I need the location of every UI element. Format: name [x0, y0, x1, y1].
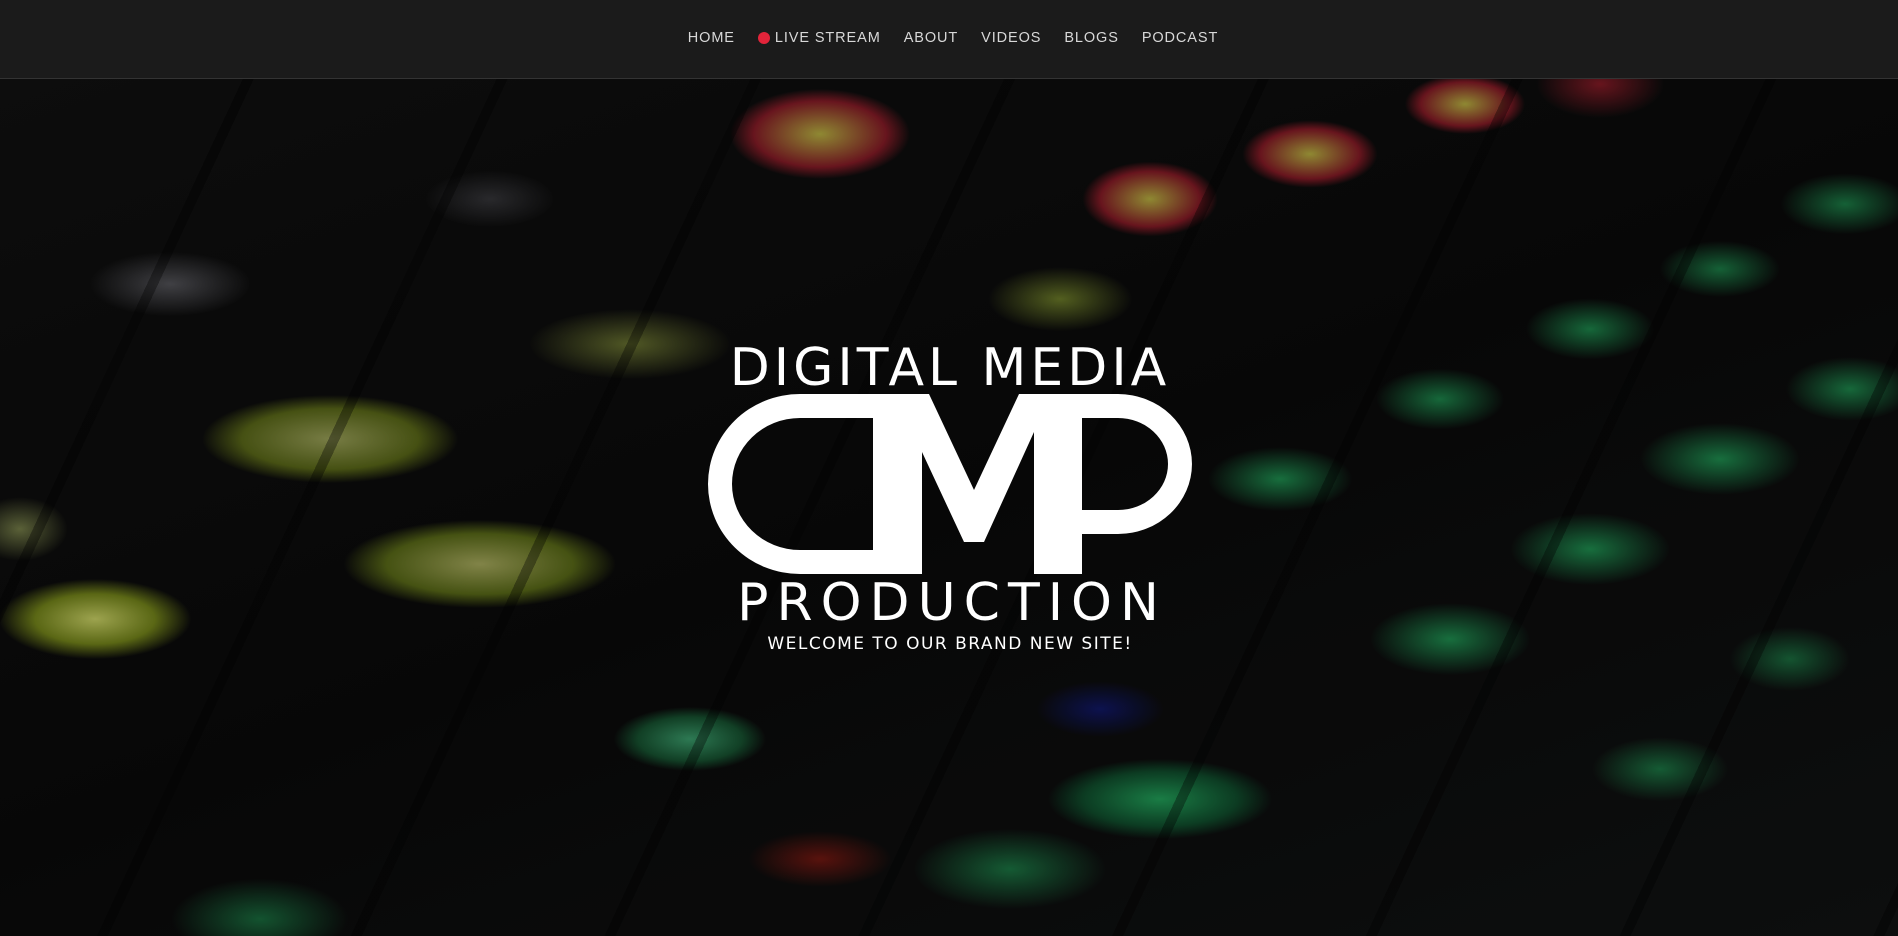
nav-videos-label: VIDEOS — [981, 29, 1042, 46]
nav-videos-link[interactable]: VIDEOS — [981, 30, 1041, 46]
logo-top-text: DIGITAL MEDIA — [729, 338, 1171, 398]
nav-blogs-link[interactable]: BLOGS — [1064, 30, 1118, 46]
logo-m-glyph — [898, 394, 1058, 574]
nav-home-label: HOME — [687, 29, 735, 46]
logo-d-glyph — [708, 394, 898, 574]
top-navbar: HOME LIVE STREAM ABOUT VIDEOS BLOGS PODC… — [0, 0, 1898, 79]
nav-about-link[interactable]: ABOUT — [904, 30, 958, 46]
dmp-logo: DIGITAL MEDIA PRODUCTION WELCOME TO OUR … — [0, 0, 1898, 936]
live-indicator-icon — [757, 31, 770, 44]
logo-p-glyph — [1058, 394, 1192, 574]
nav-podcast-label: PODCAST — [1141, 29, 1219, 46]
nav-podcast-link[interactable]: PODCAST — [1142, 30, 1218, 46]
logo-bottom-text: PRODUCTION — [737, 573, 1167, 633]
nav-about-label: ABOUT — [903, 29, 959, 46]
nav-home-link[interactable]: HOME — [688, 30, 735, 46]
nav-live-stream-label: LIVE STREAM — [774, 29, 881, 46]
nav-blogs-label: BLOGS — [1064, 29, 1119, 46]
nav-live-stream-link[interactable]: LIVE STREAM — [757, 29, 881, 46]
hero-tagline: WELCOME TO OUR BRAND NEW SITE! — [767, 634, 1133, 654]
dmp-monogram-logo — [708, 394, 1192, 574]
main-nav: HOME LIVE STREAM ABOUT VIDEOS BLOGS PODC… — [688, 30, 1218, 46]
